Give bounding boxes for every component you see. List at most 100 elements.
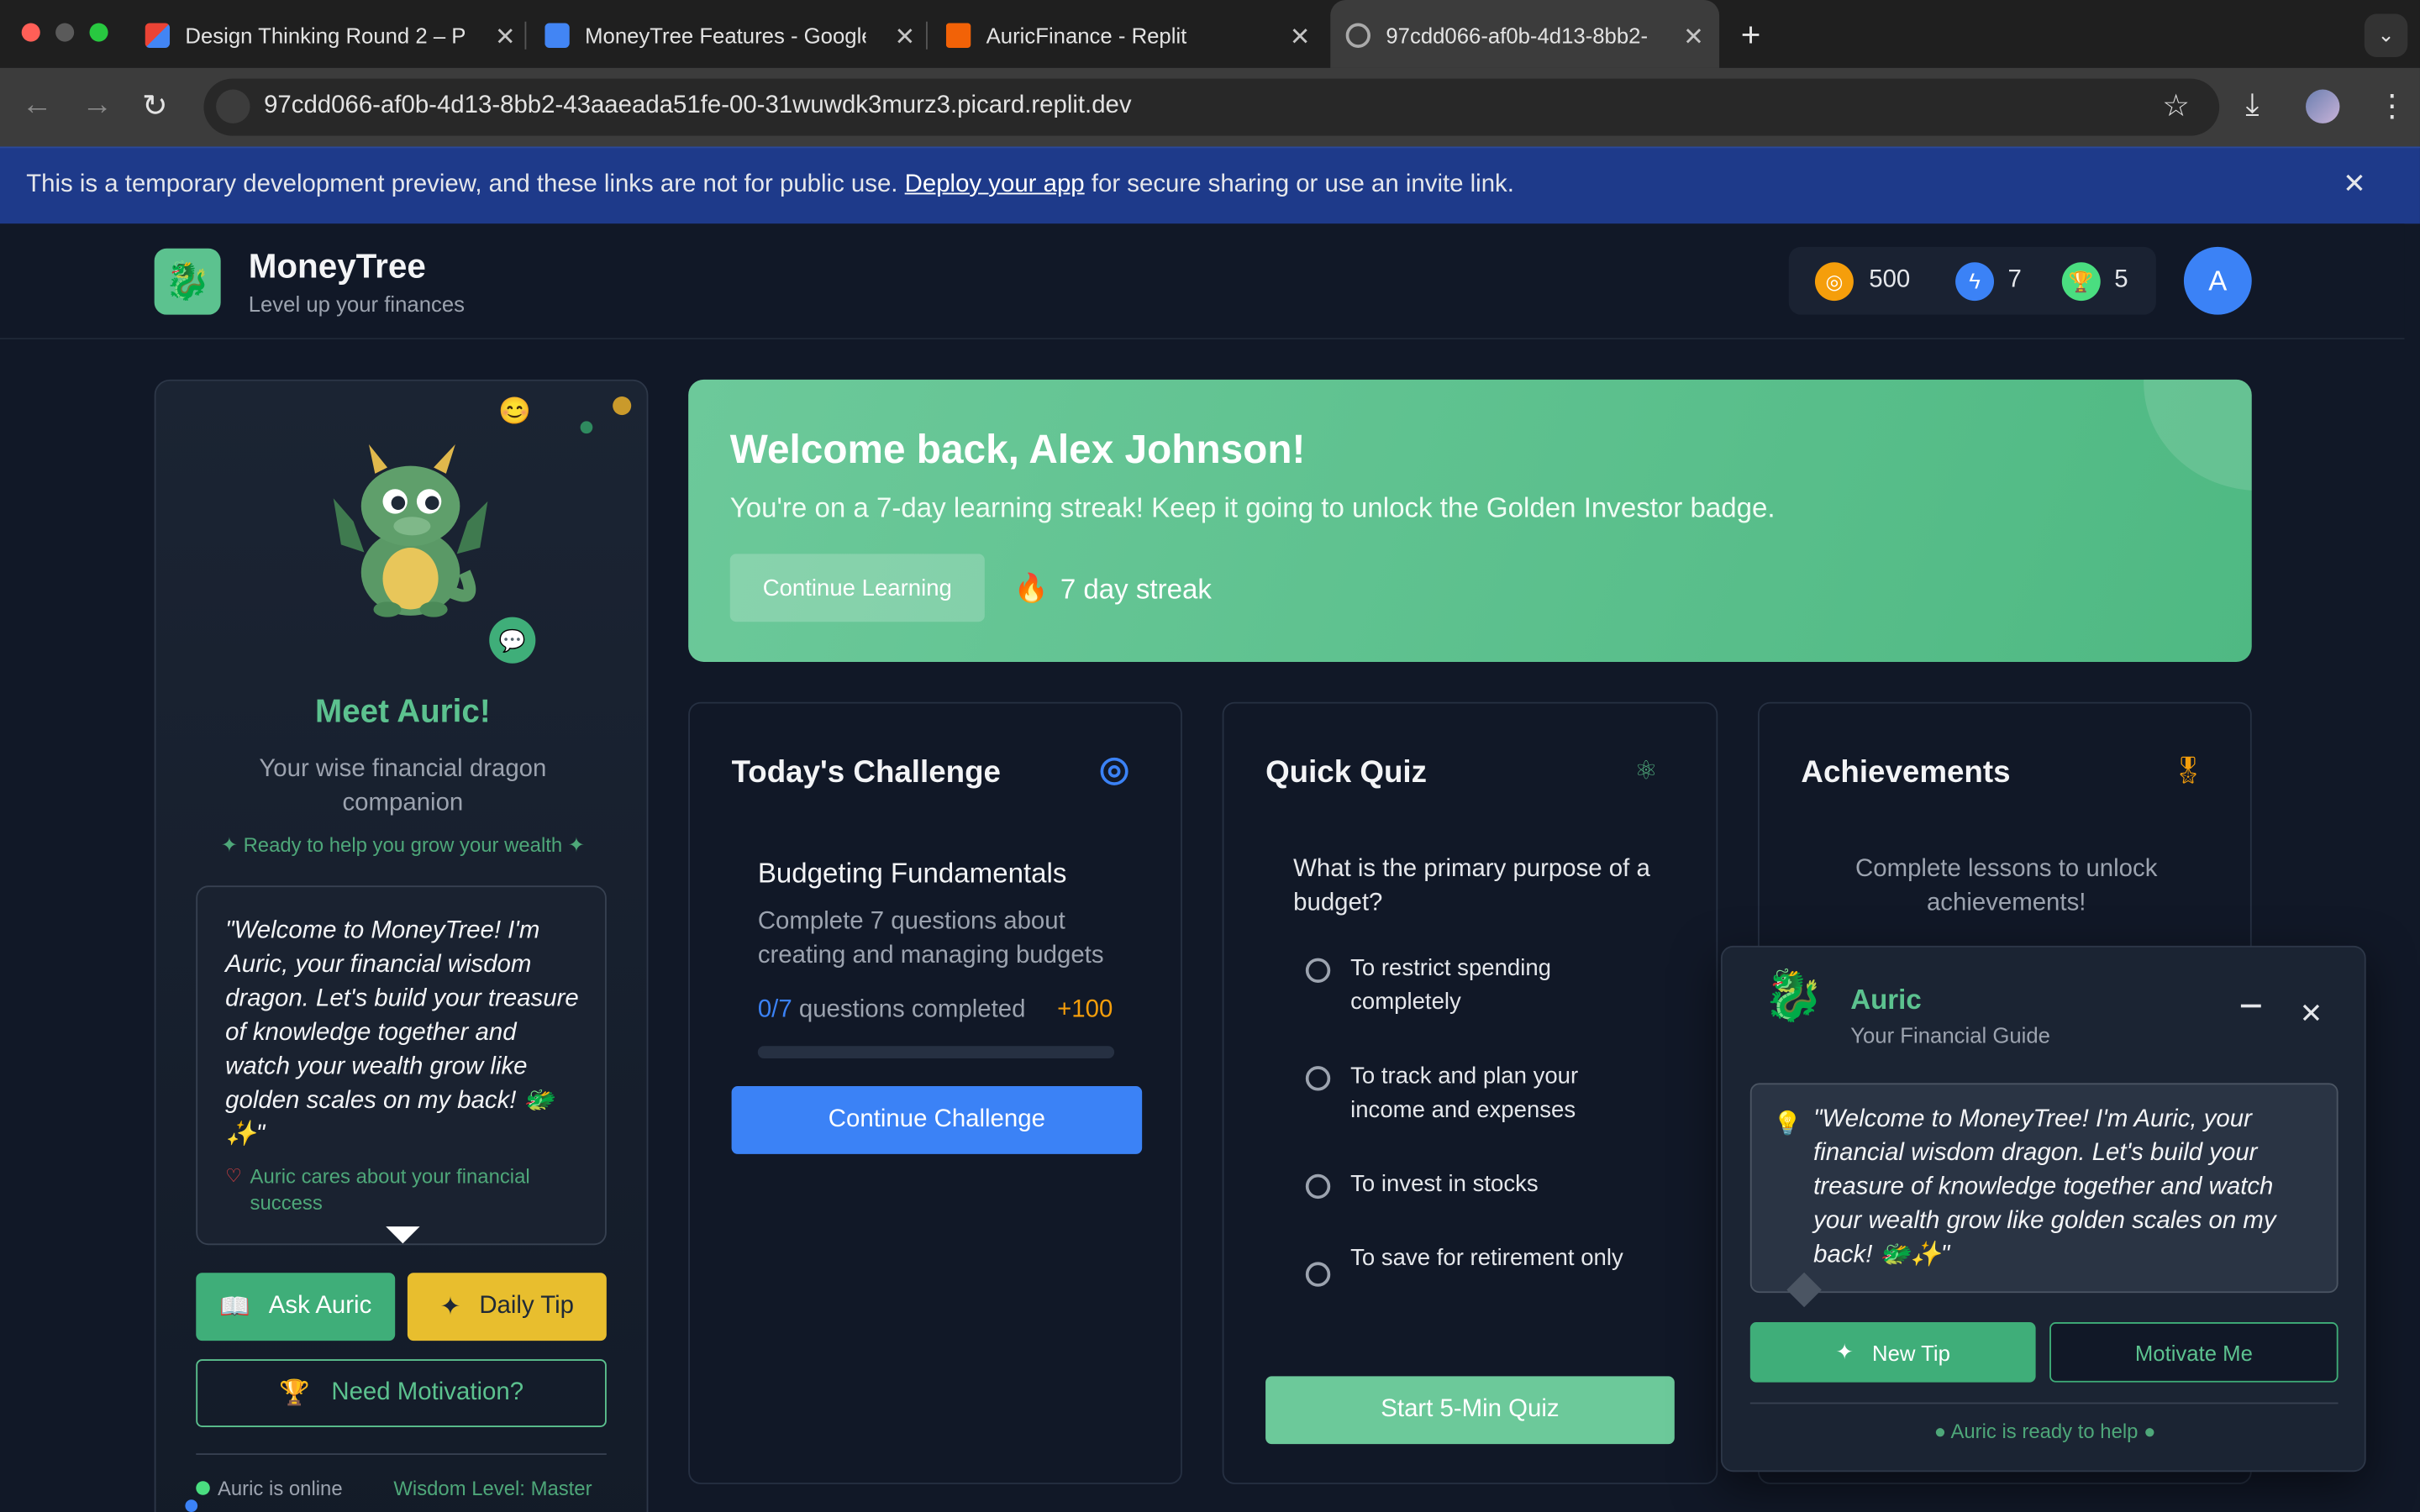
chat-bubble-icon[interactable]: 💬 [489, 617, 536, 664]
radio-button[interactable] [1305, 1173, 1331, 1200]
welcome-message: You're on a 7-day learning streak! Keep … [729, 491, 1776, 523]
achievements-heading: Achievements [1801, 755, 2011, 790]
browser-tab[interactable]: MoneyTree Features - Google ✕ [544, 13, 915, 59]
chat-message-text: "Welcome to MoneyTree! I'm Auric, your f… [1813, 1105, 2276, 1268]
coins-icon: ◎ [1814, 262, 1854, 302]
gold-sparkle-dot [613, 396, 632, 416]
speech-pointer [386, 1226, 420, 1244]
welcome-card: Welcome back, Alex Johnson! You're on a … [688, 379, 2252, 662]
sparkle-icon: ✦ [562, 832, 585, 857]
tab-divider [926, 21, 928, 50]
challenge-card: Today's Challenge Budgeting Fundamentals… [688, 701, 1182, 1484]
quiz-heading: Quick Quiz [1265, 755, 1427, 790]
browser-menu-icon[interactable]: ⋮ [2377, 87, 2408, 125]
motivate-me-button[interactable]: Motivate Me [2049, 1322, 2338, 1383]
dev-preview-banner: This is a temporary development preview,… [0, 146, 2420, 224]
app-tagline: Level up your finances [248, 291, 466, 317]
quiz-option[interactable]: To restrict spending completely [1305, 952, 1645, 1020]
new-tip-button[interactable]: ✦ New Tip [1749, 1322, 2036, 1383]
tab-divider [524, 21, 527, 50]
radio-button[interactable] [1305, 1066, 1331, 1091]
trophy-count: 5 [2114, 266, 2128, 293]
site-info-icon[interactable] [216, 89, 250, 123]
award-icon: 🎖 [2171, 755, 2205, 785]
decorative-circle [2144, 379, 2252, 491]
minimize-window-button[interactable] [55, 23, 75, 42]
close-window-button[interactable] [21, 23, 40, 42]
online-status: Auric is online [217, 1476, 343, 1500]
browser-tabstrip: Design Thinking Round 2 – Pl ✕ MoneyTree… [0, 0, 2420, 68]
online-dot [196, 1481, 210, 1495]
daily-tip-button[interactable]: ✦ Daily Tip [407, 1273, 607, 1341]
google-docs-icon [544, 23, 570, 48]
cares-text: Auric cares about your financial success [250, 1164, 530, 1215]
app-name: MoneyTree [248, 246, 426, 286]
zoom-window-button[interactable] [89, 23, 108, 42]
challenge-reward: +100 [1057, 996, 1113, 1023]
auric-companion-panel: 😊 💬 Meet Auric! Your wise financial drag… [154, 379, 649, 1512]
close-tab-icon[interactable]: ✕ [1290, 22, 1311, 53]
divider [1749, 1402, 2338, 1404]
address-bar[interactable]: 97cdd066-af0b-4d13-8bb2-43aaeada51fe-00-… [203, 78, 2220, 136]
profile-avatar[interactable] [2306, 89, 2340, 123]
back-icon[interactable]: ← [22, 88, 53, 123]
banner-text: for secure sharing or use an invite link… [1084, 171, 1514, 198]
reload-icon[interactable]: ↻ [142, 87, 168, 125]
sparkles-icon: ✦ [1835, 1339, 1854, 1364]
dragon-avatar-icon: 🐉 [1762, 967, 1824, 1023]
tab-title: 97cdd066-af0b-4d13-8bb2- [1386, 23, 1649, 48]
globe-icon [1345, 23, 1370, 48]
user-avatar[interactable]: A [2183, 246, 2252, 315]
trophy-outline-icon: 🏆 [279, 1380, 310, 1408]
close-tab-icon[interactable]: ✕ [895, 22, 916, 53]
download-icon[interactable]: ⤓ [2245, 88, 2259, 123]
brain-icon: ⚛ [1634, 755, 1659, 785]
trophy-icon: 🏆 [2061, 262, 2101, 302]
close-tab-icon[interactable]: ✕ [495, 22, 516, 53]
chat-name: Auric [1850, 984, 1922, 1016]
stats-bar: ◎ 500 ϟ 7 🏆 5 [1788, 246, 2156, 315]
browser-tab[interactable]: Design Thinking Round 2 – Pl ✕ [145, 13, 516, 59]
close-banner-icon[interactable]: ✕ [2343, 168, 2366, 201]
bookmark-star-icon[interactable]: ☆ [2162, 87, 2190, 125]
new-tab-button[interactable]: + [1741, 15, 1761, 55]
browser-tab[interactable]: AuricFinance - Replit ✕ [945, 13, 1311, 59]
challenge-description: Complete 7 questions about creating and … [757, 908, 1104, 969]
tab-title: AuricFinance - Replit [986, 23, 1187, 48]
close-tab-icon[interactable]: ✕ [1683, 22, 1704, 53]
challenge-progress-bar [757, 1046, 1115, 1058]
auric-chat-popup: 🐉 Auric Your Financial Guide ✕ 💡 "Welcom… [1720, 945, 2366, 1473]
continue-challenge-button[interactable]: Continue Challenge [731, 1086, 1143, 1154]
ask-auric-button[interactable]: 📖 Ask Auric [196, 1273, 396, 1341]
blue-sparkle-dot [185, 1499, 198, 1512]
chat-message-bubble: 💡 "Welcome to MoneyTree! I'm Auric, your… [1749, 1083, 2338, 1294]
quiz-option[interactable]: To invest in stocks [1305, 1168, 1645, 1201]
start-quiz-button[interactable]: Start 5-Min Quiz [1265, 1376, 1675, 1445]
quiz-option[interactable]: To save for retirement only [1305, 1242, 1645, 1287]
continue-learning-button[interactable]: Continue Learning [729, 554, 985, 622]
close-chat-icon[interactable]: ✕ [2300, 998, 2323, 1031]
sparkle-icon: ✦ [220, 832, 244, 857]
auric-quote-card: "Welcome to MoneyTree! I'm Auric, your f… [196, 885, 607, 1246]
browser-tab-active[interactable]: 97cdd066-af0b-4d13-8bb2- ✕ [1330, 0, 1720, 68]
auric-quote-text: "Welcome to MoneyTree! I'm Auric, your f… [225, 917, 579, 1148]
energy-count: 7 [2007, 266, 2022, 293]
deploy-link[interactable]: Deploy your app [905, 171, 1085, 197]
need-motivation-button[interactable]: 🏆 Need Motivation? [196, 1359, 607, 1427]
dragon-logo-icon: 🐉 [154, 248, 221, 315]
welcome-title: Welcome back, Alex Johnson! [729, 425, 1306, 473]
chat-role: Your Financial Guide [1850, 1022, 2050, 1048]
url-text[interactable]: 97cdd066-af0b-4d13-8bb2-43aaeada51fe-00-… [264, 92, 1132, 120]
quiz-option[interactable]: To track and plan your income and expens… [1305, 1060, 1645, 1128]
radio-button[interactable] [1305, 1262, 1331, 1287]
tab-search-button[interactable]: ⌄ [2364, 13, 2408, 57]
forward-icon[interactable]: → [82, 88, 113, 123]
flame-icon: 🔥 [1013, 572, 1049, 604]
gmail-icon [145, 23, 171, 48]
heart-icon: ♡ [225, 1164, 242, 1187]
tab-title: Design Thinking Round 2 – Pl [185, 23, 466, 48]
radio-button[interactable] [1305, 958, 1331, 983]
ready-status: ✦ Ready to help you grow your wealth ✦ [220, 832, 585, 857]
minimize-icon[interactable] [2240, 1004, 2261, 1008]
energy-icon: ϟ [1955, 262, 1995, 302]
